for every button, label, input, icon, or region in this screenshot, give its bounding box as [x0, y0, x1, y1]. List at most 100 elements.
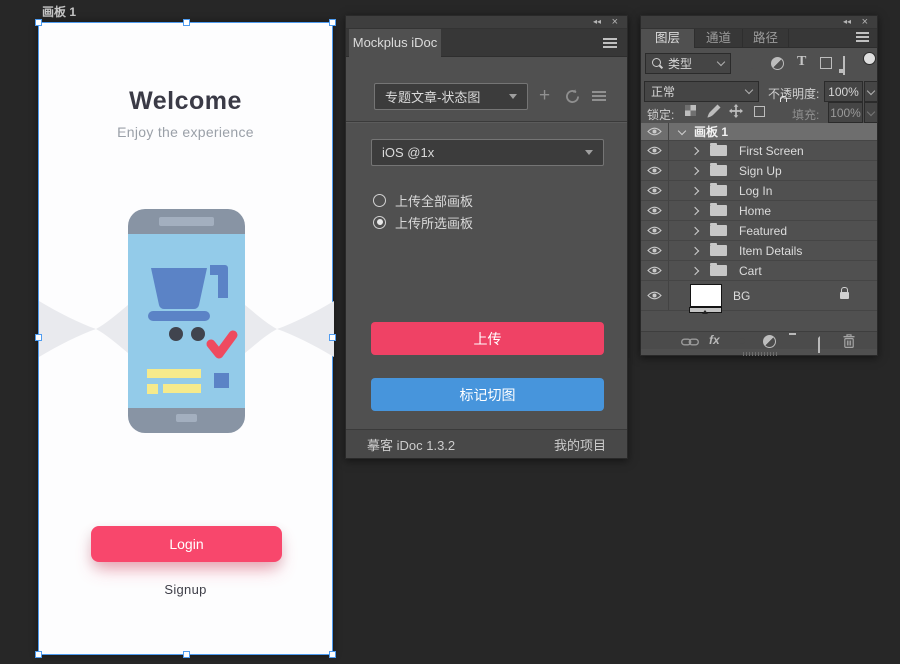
layer-row[interactable]: First Screen [641, 141, 877, 161]
visibility-toggle[interactable] [641, 221, 669, 240]
radio-upload-selected[interactable]: 上传所选画板 [373, 214, 473, 230]
eye-icon [647, 291, 662, 300]
panel-menu-icon[interactable] [856, 36, 869, 38]
artboard[interactable]: Welcome Enjoy the experience [38, 22, 333, 655]
signup-link[interactable]: Signup [39, 582, 332, 597]
layer-row[interactable]: Item Details [641, 241, 877, 261]
tab-mockplus-idoc[interactable]: Mockplus iDoc [349, 29, 441, 57]
mark-slice-button[interactable]: 标记切图 [371, 378, 604, 411]
radio-upload-all[interactable]: 上传全部画板 [373, 192, 473, 208]
folder-icon [710, 185, 727, 196]
login-button[interactable]: Login [91, 526, 282, 562]
collapse-chevron-icon[interactable] [678, 126, 686, 134]
expand-chevron-icon[interactable] [691, 206, 699, 214]
selection-handle[interactable] [329, 651, 336, 658]
filter-smart-object-icon[interactable] [843, 56, 845, 75]
close-panel-icon[interactable]: × [612, 17, 618, 28]
chevron-down-icon [745, 86, 753, 94]
layer-row[interactable]: 画板 1 [641, 123, 877, 141]
eye-icon [647, 266, 662, 275]
link-layers-icon[interactable] [681, 337, 699, 347]
layer-name: Item Details [739, 244, 802, 258]
layer-row[interactable]: Sign Up [641, 161, 877, 181]
layer-row[interactable]: Cart [641, 261, 877, 281]
layer-thumbnail[interactable] [691, 285, 721, 306]
layer-style-fx-icon[interactable]: fx [709, 333, 720, 347]
layer-name: 画板 1 [694, 123, 728, 140]
lock-position-move-icon[interactable] [729, 104, 743, 118]
opacity-value[interactable]: 100% [824, 81, 863, 102]
lock-transparent-pixels-icon[interactable] [685, 105, 696, 116]
visibility-toggle[interactable] [641, 141, 669, 160]
radio-checked-icon[interactable] [373, 216, 386, 229]
filter-toggle-icon[interactable] [863, 52, 876, 65]
visibility-toggle[interactable] [641, 161, 669, 180]
eye-icon [647, 246, 662, 255]
selection-handle[interactable] [35, 651, 42, 658]
expand-chevron-icon[interactable] [691, 266, 699, 274]
visibility-toggle[interactable] [641, 241, 669, 260]
layer-name: Log In [739, 184, 772, 198]
blend-mode-select[interactable]: 正常 [644, 81, 759, 102]
collapse-panel-icon[interactable]: ◂◂ [843, 17, 851, 26]
selection-handle[interactable] [329, 19, 336, 26]
new-adjustment-layer-icon[interactable] [763, 335, 776, 348]
project-select[interactable]: 专题文章-状态图 [374, 83, 528, 110]
selection-handle[interactable] [183, 651, 190, 658]
lock-image-pixels-brush-icon[interactable] [707, 104, 721, 118]
eye-icon [647, 146, 662, 155]
expand-chevron-icon[interactable] [691, 186, 699, 194]
opacity-dropdown-icon[interactable] [864, 81, 878, 102]
refresh-icon[interactable] [565, 89, 580, 104]
chevron-down-icon [509, 94, 517, 103]
welcome-title: Welcome [39, 87, 332, 116]
panel-resize-grip[interactable] [743, 352, 777, 356]
delete-layer-trash-icon[interactable] [843, 334, 855, 348]
expand-chevron-icon[interactable] [691, 146, 699, 154]
filter-adjustment-layers-icon[interactable] [771, 57, 784, 70]
layer-filter-select[interactable]: 类型 [645, 53, 731, 74]
layer-name: First Screen [739, 144, 804, 158]
filter-type-layers-icon[interactable]: T [797, 54, 806, 70]
fill-label: 填充: [792, 106, 819, 123]
panel-menu-icon[interactable] [603, 42, 617, 44]
eye-icon [647, 186, 662, 195]
add-project-icon[interactable]: + [539, 87, 550, 105]
tab-layers[interactable]: 图层 [641, 29, 695, 48]
visibility-toggle[interactable] [641, 201, 669, 220]
folder-icon [710, 205, 727, 216]
layer-row[interactable]: BG [641, 281, 877, 311]
artboard-canvas-label[interactable]: 画板 1 [42, 3, 76, 20]
selection-handle[interactable] [35, 19, 42, 26]
selection-handle[interactable] [329, 334, 336, 341]
layer-name: BG [733, 289, 750, 303]
platform-select[interactable]: iOS @1x [371, 139, 604, 166]
expand-chevron-icon[interactable] [691, 166, 699, 174]
visibility-toggle[interactable] [641, 281, 669, 310]
layer-row[interactable]: Log In [641, 181, 877, 201]
radio-icon[interactable] [373, 194, 386, 207]
selection-handle[interactable] [35, 334, 42, 341]
lock-artboard-nesting-icon[interactable] [754, 106, 765, 117]
new-layer-icon[interactable] [818, 334, 820, 353]
folder-icon [710, 145, 727, 156]
close-panel-icon[interactable]: × [862, 17, 868, 28]
expand-chevron-icon[interactable] [691, 246, 699, 254]
layer-row[interactable]: Home [641, 201, 877, 221]
expand-chevron-icon[interactable] [691, 226, 699, 234]
idoc-footer: 摹客 iDoc 1.3.2 我的项目 [346, 429, 627, 458]
tab-channels[interactable]: 通道 [695, 29, 743, 48]
visibility-toggle[interactable] [641, 181, 669, 200]
filter-shape-layers-icon[interactable] [820, 57, 832, 69]
visibility-toggle[interactable] [641, 123, 669, 140]
layer-row[interactable]: Featured [641, 221, 877, 241]
selection-handle[interactable] [183, 19, 190, 26]
collapse-panel-icon[interactable]: ◂◂ [593, 17, 601, 26]
project-list-icon[interactable] [592, 95, 606, 97]
eye-icon [647, 166, 662, 175]
visibility-toggle[interactable] [641, 261, 669, 280]
fill-dropdown-icon [864, 102, 878, 123]
tab-paths[interactable]: 路径 [743, 29, 789, 48]
upload-button[interactable]: 上传 [371, 322, 604, 355]
my-projects-link[interactable]: 我的项目 [554, 435, 606, 454]
